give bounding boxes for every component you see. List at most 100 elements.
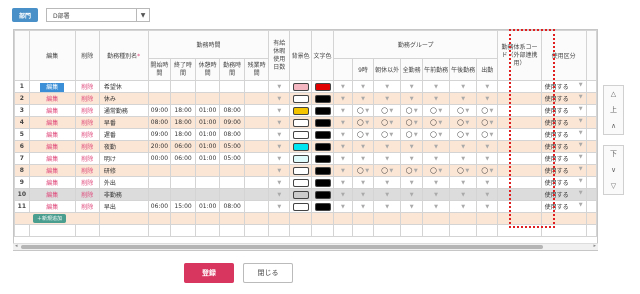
delete-link-label[interactable]: 削除	[81, 108, 93, 115]
code-cell[interactable]	[497, 200, 542, 213]
text-color-swatch[interactable]	[314, 166, 331, 175]
chevron-down-icon[interactable]: ▼	[361, 192, 365, 198]
edit-link[interactable]: 編集	[28, 200, 76, 213]
type-name-cell[interactable]: 早番	[98, 116, 149, 129]
usage-select-inner[interactable]: 使用する ▼	[543, 130, 585, 139]
text-color-cell[interactable]	[311, 116, 335, 129]
chevron-down-icon[interactable]: ▼	[488, 108, 494, 114]
chevron-down-icon[interactable]: ▼	[437, 132, 442, 138]
chevron-down-icon[interactable]: ▼	[437, 108, 442, 114]
group-select[interactable]: ▼	[449, 80, 478, 93]
group-select[interactable]: ◯ ▼	[400, 164, 424, 177]
paid-leave-select[interactable]: ▼	[268, 164, 291, 177]
usage-select-inner[interactable]: 使用する ▼	[543, 202, 585, 211]
usage-select[interactable]: 使用する ▼	[540, 176, 587, 189]
time-overtime-cell[interactable]	[243, 200, 270, 213]
chevron-down-icon[interactable]: ▼	[385, 84, 389, 90]
time-break-cell[interactable]: 01:00	[194, 200, 221, 213]
group-select[interactable]: ▼	[422, 140, 451, 153]
group-select[interactable]: ▼	[476, 140, 499, 153]
delete-link[interactable]: 削除	[74, 116, 100, 129]
move-up-label[interactable]: 上	[610, 106, 617, 115]
group-select[interactable]: ◯ ▼	[422, 104, 451, 117]
group-select[interactable]: ▼	[476, 188, 499, 201]
edit-link[interactable]: 編集	[28, 104, 76, 117]
group-select[interactable]: ▼	[400, 176, 424, 189]
time-break-cell[interactable]	[194, 80, 221, 93]
chevron-down-icon[interactable]: ▼	[410, 84, 414, 90]
chevron-down-icon[interactable]: ▼	[434, 144, 438, 150]
group-select[interactable]: ◯ ▼	[422, 116, 451, 129]
bg-color-cell[interactable]	[289, 80, 313, 93]
time-work-cell[interactable]	[219, 164, 245, 177]
chevron-down-icon[interactable]: ▼	[385, 156, 389, 162]
delete-link[interactable]: 削除	[74, 140, 100, 153]
time-work-cell[interactable]: 08:00	[219, 128, 245, 141]
bg-color-cell[interactable]	[289, 104, 313, 117]
edit-link-label[interactable]: 編集	[46, 108, 58, 115]
paid-leave-select[interactable]: ▼	[268, 92, 291, 105]
text-color-cell[interactable]	[311, 128, 335, 141]
group-select[interactable]: ◯ ▼	[373, 104, 402, 117]
paid-leave-select[interactable]: ▼	[268, 176, 291, 189]
time-overtime-cell[interactable]	[243, 152, 270, 165]
bg-color-swatch[interactable]	[292, 118, 309, 127]
bg-color-cell[interactable]	[289, 164, 313, 177]
group-blank-select[interactable]: ▼	[333, 80, 353, 93]
time-break-cell[interactable]	[194, 92, 221, 105]
edit-link-label[interactable]: 編集	[46, 168, 58, 175]
time-break-cell[interactable]: 01:00	[194, 140, 221, 153]
chevron-down-icon[interactable]: ▼	[485, 204, 489, 210]
code-cell[interactable]	[497, 176, 542, 189]
group-select[interactable]: ◯ ▼	[351, 104, 375, 117]
code-cell[interactable]	[497, 104, 542, 117]
group-select[interactable]: ▼	[422, 200, 451, 213]
bg-color-swatch[interactable]	[292, 106, 309, 115]
group-select[interactable]: ▼	[373, 152, 402, 165]
chevron-down-icon[interactable]: ▼	[579, 94, 583, 103]
group-select[interactable]: ▼	[422, 188, 451, 201]
type-name-cell[interactable]: 遅番	[98, 128, 149, 141]
code-cell[interactable]	[497, 152, 542, 165]
text-color-cell[interactable]	[311, 80, 335, 93]
delete-link-label[interactable]: 削除	[81, 156, 93, 163]
group-select[interactable]: ▼	[351, 188, 375, 201]
group-select[interactable]: ◯ ▼	[422, 164, 451, 177]
paid-leave-select[interactable]: ▼	[268, 152, 291, 165]
group-select[interactable]: ▼	[476, 176, 499, 189]
chevron-down-icon[interactable]: ▼	[385, 192, 389, 198]
time-overtime-cell[interactable]	[243, 104, 270, 117]
code-cell[interactable]	[497, 140, 542, 153]
group-select[interactable]: ▼	[351, 92, 375, 105]
chevron-down-icon[interactable]: ▼	[385, 96, 389, 102]
scroll-right-icon[interactable]: ▸	[593, 243, 596, 249]
time-start-cell[interactable]	[147, 80, 172, 93]
chevron-down-icon[interactable]: ▼	[485, 84, 489, 90]
text-color-swatch[interactable]	[314, 94, 331, 103]
chevron-down-icon[interactable]: ▼	[364, 168, 369, 174]
delete-link[interactable]: 削除	[74, 164, 100, 177]
group-select[interactable]: ▼	[400, 80, 424, 93]
edit-link[interactable]: 編集	[28, 80, 76, 93]
chevron-down-icon[interactable]: ▼	[464, 132, 469, 138]
chevron-down-icon[interactable]: ▼	[385, 204, 389, 210]
group-select[interactable]: ▼	[351, 80, 375, 93]
time-work-cell[interactable]	[219, 92, 245, 105]
time-start-cell[interactable]: 09:00	[147, 128, 172, 141]
group-select[interactable]: ▼	[351, 176, 375, 189]
bg-color-cell[interactable]	[289, 128, 313, 141]
text-color-swatch[interactable]	[314, 82, 331, 91]
paid-leave-select[interactable]: ▼	[268, 80, 291, 93]
move-top-icon[interactable]: △	[611, 90, 616, 99]
delete-link-label[interactable]: 削除	[81, 192, 93, 199]
time-break-cell[interactable]: 01:00	[194, 152, 221, 165]
time-overtime-cell[interactable]	[243, 164, 270, 177]
chevron-down-icon[interactable]: ▼	[410, 96, 414, 102]
chevron-down-icon[interactable]: ▼	[364, 132, 369, 138]
delete-link-label[interactable]: 削除	[81, 144, 93, 151]
chevron-down-icon[interactable]: ▼	[364, 120, 369, 126]
time-end-cell[interactable]	[170, 164, 196, 177]
group-select[interactable]: ◯ ▼	[449, 128, 478, 141]
usage-select[interactable]: 使用する ▼	[540, 188, 587, 201]
group-select[interactable]: ▼	[373, 92, 402, 105]
